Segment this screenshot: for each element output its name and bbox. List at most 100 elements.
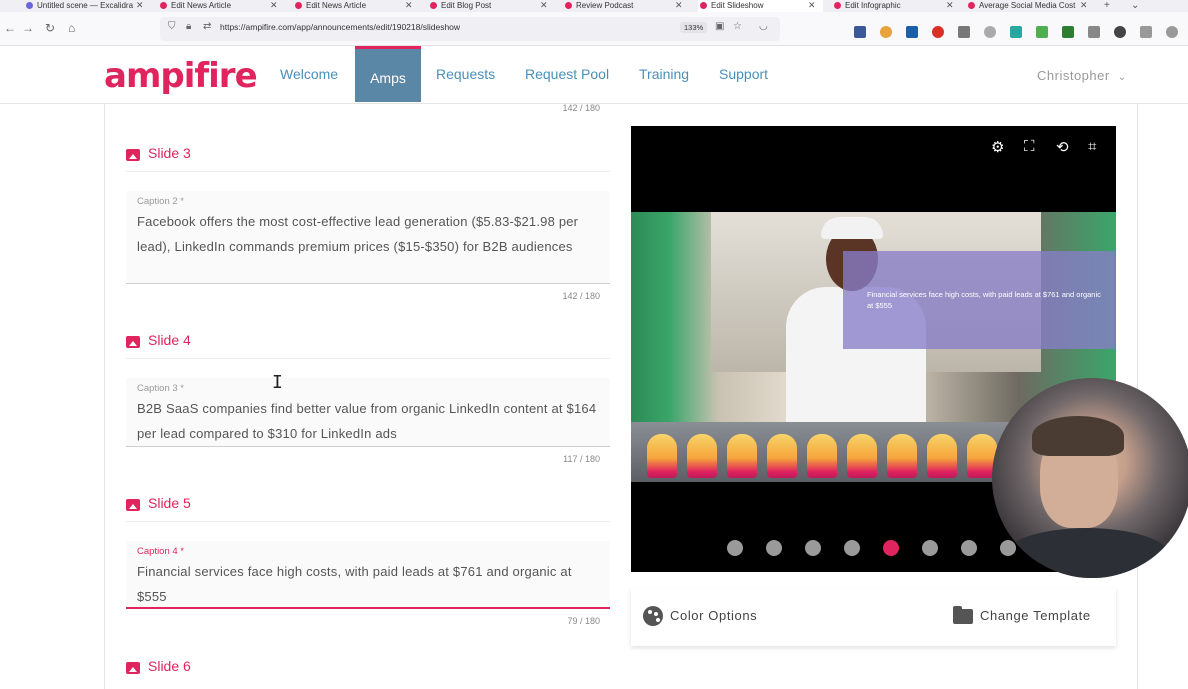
home-icon[interactable]: ⌂	[68, 20, 75, 36]
close-tab-icon[interactable]: ✕	[675, 0, 683, 11]
pocket-icon[interactable]: ◡	[759, 21, 768, 32]
nav-amps[interactable]: Amps	[355, 46, 421, 102]
color-options-button[interactable]: Color Options	[670, 608, 757, 623]
browser-tab-0[interactable]: Untitled scene — Excalidra ✕	[26, 0, 144, 12]
slide-dot[interactable]	[766, 540, 782, 556]
nav-request-pool[interactable]: Request Pool	[525, 66, 609, 82]
slide-title: Slide 3	[148, 145, 191, 161]
extension-icon[interactable]	[1062, 26, 1074, 38]
caption-text[interactable]: Financial services face high costs, with…	[137, 559, 602, 609]
excalidraw-favicon-icon	[26, 2, 33, 9]
tab-label: Edit Infographic	[845, 1, 901, 10]
close-tab-icon[interactable]: ✕	[270, 0, 278, 11]
chevron-down-icon: ⌄	[1117, 72, 1127, 83]
ampifire-favicon-icon	[295, 2, 302, 9]
char-counter: 117 / 180	[563, 454, 600, 464]
slide-dot[interactable]	[805, 540, 821, 556]
extensions-menu-icon[interactable]	[1140, 26, 1152, 38]
nav-training[interactable]: Training	[639, 66, 689, 82]
adblock-extension-icon[interactable]	[932, 26, 944, 38]
zoom-level[interactable]: 133%	[680, 22, 708, 33]
close-tab-icon[interactable]: ✕	[405, 0, 413, 11]
reader-view-icon[interactable]: ▣	[715, 21, 724, 32]
slide-header: Slide 6	[126, 655, 610, 685]
back-icon[interactable]: ←	[4, 20, 16, 36]
smoothie-cup	[847, 434, 877, 478]
browser-tab-5[interactable]: Edit Slideshow ✕	[698, 0, 823, 12]
tab-label: Review Podcast	[576, 1, 634, 10]
slide-dot[interactable]	[727, 540, 743, 556]
caption-text[interactable]: Facebook offers the most cost-effective …	[137, 209, 602, 259]
image-icon	[126, 336, 140, 348]
image-icon	[126, 662, 140, 674]
slide-title: Slide 5	[148, 495, 191, 511]
fullscreen-icon[interactable]: ⛶	[1024, 138, 1035, 155]
browser-tab-strip: Untitled scene — Excalidra ✕ Edit News A…	[0, 0, 1188, 12]
sidebar-extension-icon[interactable]	[958, 26, 970, 38]
close-tab-icon[interactable]: ✕	[540, 0, 548, 11]
tab-label: Edit News Article	[306, 1, 367, 10]
caption-text[interactable]: B2B SaaS companies find better value fro…	[137, 396, 602, 446]
close-tab-icon[interactable]: ✕	[808, 0, 816, 11]
folder-open-icon[interactable]	[953, 606, 973, 624]
tab-list-icon[interactable]: ⌄	[1131, 0, 1139, 11]
crop-icon[interactable]: ⌗	[1088, 138, 1096, 155]
palette-icon[interactable]	[643, 606, 663, 626]
nav-support[interactable]: Support	[719, 66, 768, 82]
forward-icon[interactable]: →	[22, 20, 34, 36]
extension-icon[interactable]	[1088, 26, 1100, 38]
browser-tab-2[interactable]: Edit News Article ✕	[295, 0, 413, 12]
settings-icon[interactable]	[1166, 26, 1178, 38]
slide-dot[interactable]	[961, 540, 977, 556]
settings-gear-icon[interactable]: ⚙	[991, 138, 1004, 156]
extension-icon[interactable]	[880, 26, 892, 38]
browser-tab-6[interactable]: Edit Infographic ✕	[834, 0, 954, 12]
extension-icon[interactable]	[1036, 26, 1048, 38]
tab-label: Average Social Media Cost	[979, 1, 1076, 10]
lock-icon[interactable]: 🔒︎	[186, 21, 191, 32]
facebook-extension-icon[interactable]	[854, 26, 866, 38]
close-tab-icon[interactable]: ✕	[136, 0, 144, 11]
bookmark-star-icon[interactable]: ☆	[733, 21, 742, 32]
nav-welcome[interactable]: Welcome	[280, 66, 338, 82]
vpn-extension-icon[interactable]	[906, 26, 918, 38]
browser-tab-1[interactable]: Edit News Article ✕	[160, 0, 278, 12]
caption-field[interactable]: Caption 3 * B2B SaaS companies find bett…	[126, 378, 610, 447]
caption-field-active[interactable]: Caption 4 * Financial services face high…	[126, 541, 610, 609]
slide-dot-active[interactable]	[883, 540, 899, 556]
permissions-icon[interactable]: ⇄	[203, 21, 211, 32]
browser-tab-4[interactable]: Review Podcast ✕	[565, 0, 683, 12]
ampifire-logo[interactable]: ampifire	[104, 56, 258, 96]
tracking-shield-icon[interactable]: ⛉	[168, 21, 176, 32]
change-template-button[interactable]: Change Template	[980, 608, 1091, 623]
new-tab-icon[interactable]: +	[1104, 0, 1110, 11]
app-header: ampifire Welcome Amps Requests Request P…	[0, 46, 1188, 104]
extension-icon[interactable]	[1114, 26, 1126, 38]
content-border-left	[104, 104, 105, 689]
url-text[interactable]: https://ampifire.com/app/announcements/e…	[220, 22, 460, 32]
ampifire-favicon-icon	[160, 2, 167, 9]
close-tab-icon[interactable]: ✕	[946, 0, 954, 11]
slide-dot[interactable]	[922, 540, 938, 556]
close-tab-icon[interactable]: ✕	[1080, 0, 1088, 11]
reload-icon[interactable]: ↻	[45, 20, 55, 36]
extension-icon[interactable]	[984, 26, 996, 38]
address-bar[interactable]: ⛉ 🔒︎ ⇄ https://ampifire.com/app/announce…	[160, 17, 780, 41]
user-menu[interactable]: Christopher ⌄	[1037, 68, 1127, 83]
char-counter: 79 / 180	[567, 616, 600, 626]
replay-icon[interactable]: ⟲	[1056, 138, 1069, 156]
nav-requests[interactable]: Requests	[436, 66, 495, 82]
ampifire-favicon-icon	[565, 2, 572, 9]
tab-label: Edit News Article	[171, 1, 232, 10]
tab-label: Edit Slideshow	[711, 1, 764, 10]
browser-tab-3[interactable]: Edit Blog Post ✕	[430, 0, 548, 12]
extension-icon[interactable]	[1010, 26, 1022, 38]
slide-dots	[727, 540, 1027, 556]
slide-header: Slide 3	[126, 142, 610, 172]
user-name: Christopher	[1037, 68, 1110, 83]
caption-field[interactable]: Caption 2 * Facebook offers the most cos…	[126, 191, 610, 284]
browser-tab-7[interactable]: Average Social Media Cost ✕	[968, 0, 1090, 12]
slide-dot[interactable]	[844, 540, 860, 556]
webcam-overlay	[992, 378, 1188, 578]
tab-label: Edit Blog Post	[441, 1, 492, 10]
